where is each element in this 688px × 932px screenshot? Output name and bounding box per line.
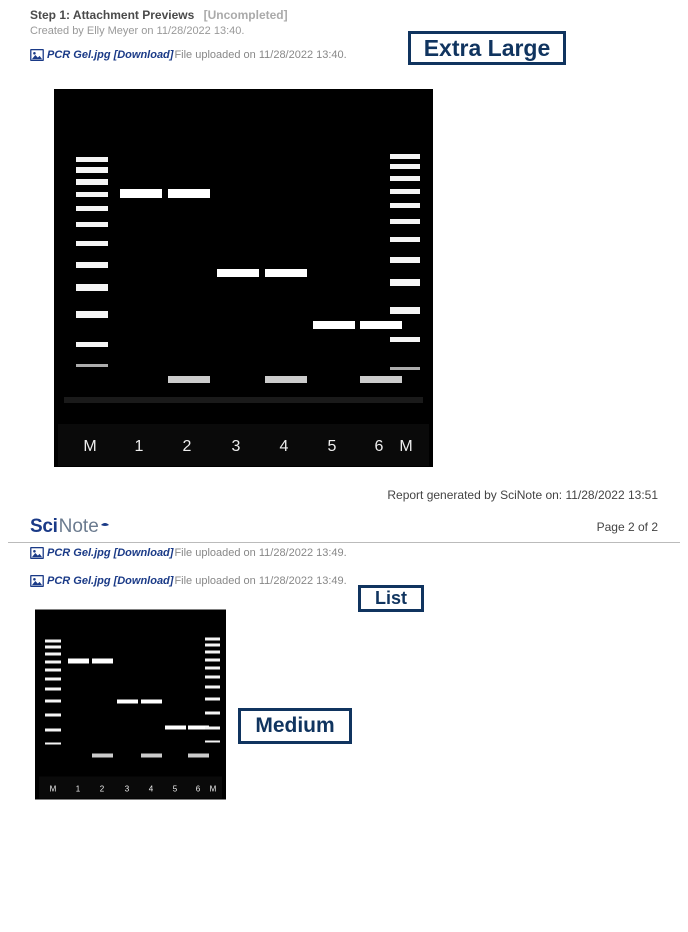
page-number: Page 2 of 2 <box>597 520 658 534</box>
download-link[interactable]: [Download] <box>114 547 174 559</box>
svg-text:4: 4 <box>280 438 289 455</box>
image-icon <box>30 547 44 559</box>
svg-text:M: M <box>399 438 412 455</box>
attachment-row: PCR Gel.jpg [Download] File uploaded on … <box>30 575 658 587</box>
attachment-meta: File uploaded on 11/28/2022 13:49. <box>174 575 346 587</box>
scinote-logo: Sci Note <box>30 516 110 538</box>
step-header: Step 1: Attachment Previews [Uncompleted… <box>30 8 658 22</box>
svg-text:2: 2 <box>100 785 105 794</box>
svg-text:1: 1 <box>135 438 144 455</box>
report-generated-text: Report generated by SciNote on: 11/28/20… <box>30 488 658 502</box>
svg-text:6: 6 <box>375 438 384 455</box>
svg-text:M: M <box>210 785 217 794</box>
svg-text:3: 3 <box>125 785 130 794</box>
svg-text:3: 3 <box>232 438 241 455</box>
callout-medium: Medium <box>238 708 352 744</box>
svg-text:4: 4 <box>149 785 154 794</box>
svg-text:2: 2 <box>183 438 192 455</box>
callout-label: Extra Large <box>424 35 551 62</box>
callout-label: List <box>375 588 407 609</box>
divider <box>8 542 680 543</box>
svg-text:M: M <box>50 785 57 794</box>
callout-label: Medium <box>255 714 334 738</box>
svg-text:5: 5 <box>173 785 178 794</box>
step-status-badge: [Uncompleted] <box>204 8 288 22</box>
attachment-meta: File uploaded on 11/28/2022 13:49. <box>174 547 346 559</box>
image-icon <box>30 49 44 61</box>
page-footer: Sci Note Page 2 of 2 <box>30 510 658 542</box>
download-link[interactable]: [Download] <box>114 575 174 587</box>
svg-text:1: 1 <box>76 785 81 794</box>
logo-mark-icon <box>100 522 110 532</box>
pcr-gel-svg-medium: M123 456M <box>35 609 226 800</box>
pcr-gel-svg-large: M123 456M <box>54 89 433 467</box>
attachment-row: PCR Gel.jpg [Download] File uploaded on … <box>30 547 658 559</box>
callout-list: List <box>358 585 424 612</box>
attachment-filename[interactable]: PCR Gel.jpg <box>47 49 111 61</box>
attachment-filename[interactable]: PCR Gel.jpg <box>47 575 111 587</box>
callout-extra-large: Extra Large <box>408 31 566 65</box>
svg-text:6: 6 <box>196 785 201 794</box>
svg-text:M: M <box>83 438 96 455</box>
attachment-filename[interactable]: PCR Gel.jpg <box>47 547 111 559</box>
download-link[interactable]: [Download] <box>114 49 174 61</box>
step-title: Step 1: Attachment Previews <box>30 8 194 22</box>
image-icon <box>30 575 44 587</box>
logo-part-note: Note <box>59 516 99 538</box>
svg-text:5: 5 <box>328 438 337 455</box>
logo-part-sci: Sci <box>30 516 58 538</box>
attachment-meta: File uploaded on 11/28/2022 13:40. <box>174 49 346 61</box>
gel-image-large: M123 456M <box>54 89 658 470</box>
